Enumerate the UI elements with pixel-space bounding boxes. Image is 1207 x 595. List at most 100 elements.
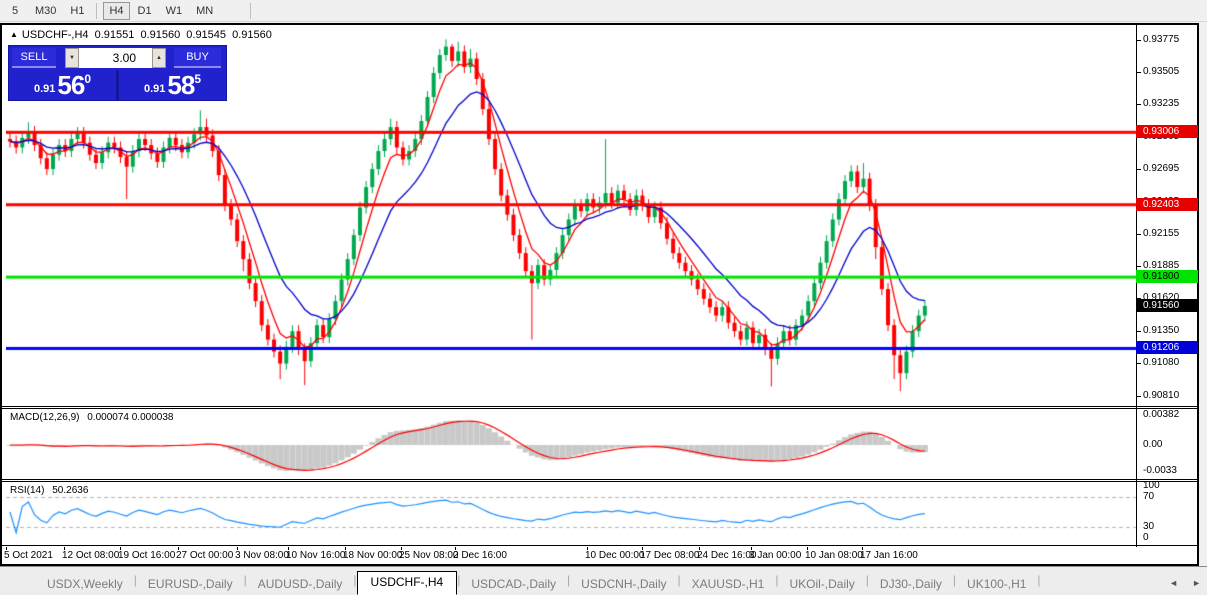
volume-input[interactable]: 3.00: [79, 48, 152, 68]
rsi-indicator-canvas[interactable]: [6, 482, 1136, 545]
chart-tab-usdcnh-daily[interactable]: USDCNH-,Daily: [570, 574, 677, 595]
ohlc-open: 0.91551: [95, 29, 135, 41]
sell-price-pip: 0: [84, 72, 91, 86]
chart-tab-usdx-weekly[interactable]: USDX,Weekly: [36, 574, 134, 595]
macd-label: MACD(12,26,9) 0.000074 0.000038: [10, 412, 173, 423]
price-level-badge: 0.91206: [1136, 341, 1198, 354]
timeframe-button-5[interactable]: 5: [3, 2, 27, 20]
price-tick-label: 0.91350: [1143, 325, 1179, 337]
volume-increase-button[interactable]: ▲: [152, 48, 166, 68]
time-tick-label: 10 Dec 00:00: [585, 550, 645, 561]
collapse-panel-icon[interactable]: ▲: [10, 30, 18, 39]
timeframe-button-h1[interactable]: H1: [64, 2, 90, 20]
price-tick-mark: [1136, 331, 1141, 332]
time-tick-label: 25 Nov 08:00: [399, 550, 459, 561]
pane-divider-macd-rsi[interactable]: [2, 479, 1197, 482]
ohlc-low: 0.91545: [186, 29, 226, 41]
chart-symbol-title: USDCHF-,H4: [22, 29, 89, 41]
ohlc-high: 0.91560: [140, 29, 180, 41]
tab-divider: |: [1037, 573, 1040, 589]
price-tick-label: 0.90810: [1143, 390, 1179, 402]
time-tick-label: 10 Jan 08:00: [805, 550, 863, 561]
chart-tab-dj30-daily[interactable]: DJ30-,Daily: [869, 574, 953, 595]
chart-ohlc-header: ▲ USDCHF-,H4 0.91551 0.91560 0.91545 0.91…: [10, 29, 275, 41]
time-tick-label: 10 Nov 16:00: [286, 550, 346, 561]
price-tick-label: 0.91080: [1143, 357, 1179, 369]
buy-price-prefix: 0.91: [144, 83, 165, 95]
rsi-value: 50.2636: [52, 485, 88, 496]
timeframe-button-h4[interactable]: H4: [103, 2, 129, 20]
chart-tab-ukoil-daily[interactable]: UKOil-,Daily: [778, 574, 865, 595]
price-tick-label: 0.93505: [1143, 66, 1179, 78]
buy-button[interactable]: BUY: [174, 48, 221, 68]
toolbar-separator: [250, 3, 251, 19]
tab-scroll-right-icon[interactable]: ►: [1192, 578, 1201, 588]
chart-tab-xauusd-h1[interactable]: XAUUSD-,H1: [681, 574, 776, 595]
time-tick-label: 18 Nov 00:00: [343, 550, 403, 561]
chart-tab-usdchf-h4[interactable]: USDCHF-,H4: [357, 571, 458, 595]
price-tick-mark: [1136, 363, 1141, 364]
macd-axis-label: 0.00382: [1143, 409, 1179, 421]
price-level-badge: 0.92403: [1136, 198, 1198, 211]
buy-price-pip: 5: [194, 72, 201, 86]
timeframe-button-m30[interactable]: M30: [29, 2, 62, 20]
buy-price-button[interactable]: 0.91585: [119, 70, 226, 100]
chart-tab-eurusd-daily[interactable]: EURUSD-,Daily: [137, 574, 244, 595]
chart-tab-uk100-h1[interactable]: UK100-,H1: [956, 574, 1037, 595]
macd-values: 0.000074 0.000038: [87, 412, 173, 423]
pane-divider-main-macd[interactable]: [2, 406, 1197, 409]
rsi-axis-label: 0: [1143, 532, 1149, 544]
price-tick-label: 0.93235: [1143, 98, 1179, 110]
macd-indicator-canvas[interactable]: [6, 409, 1136, 479]
price-tick-label: 0.93775: [1143, 34, 1179, 46]
ohlc-close: 0.91560: [232, 29, 272, 41]
time-tick-label: 2 Dec 16:00: [453, 550, 507, 561]
time-tick-label: 5 Oct 2021: [4, 550, 53, 561]
rsi-name: RSI(14): [10, 485, 44, 496]
price-tick-mark: [1136, 169, 1141, 170]
time-tick-label: 12 Oct 08:00: [62, 550, 119, 561]
one-click-trading-panel: SELL ▼ 3.00 ▲ BUY 0.91560 0.91585: [8, 45, 227, 101]
time-tick-label: 24 Dec 16:00: [697, 550, 757, 561]
chevron-down-icon: ▼: [69, 55, 75, 61]
price-level-badge: 0.93006: [1136, 125, 1198, 138]
sell-price-prefix: 0.91: [34, 83, 55, 95]
timeframe-button-mn[interactable]: MN: [190, 2, 219, 20]
time-tick-label: 19 Oct 16:00: [118, 550, 175, 561]
price-level-badge: 0.91800: [1136, 270, 1198, 283]
time-tick-label: 3 Nov 08:00: [235, 550, 289, 561]
rsi-label: RSI(14) 50.2636: [10, 485, 88, 496]
macd-axis-label: -0.0033: [1143, 465, 1177, 477]
timeframe-button-w1[interactable]: W1: [160, 2, 189, 20]
price-tick-mark: [1136, 266, 1141, 267]
sell-button[interactable]: SELL: [12, 48, 56, 68]
macd-axis-label: 0.00: [1143, 439, 1162, 451]
time-axis[interactable]: 5 Oct 2021 12 Oct 08:0019 Oct 16:0027 Oct…: [2, 547, 1197, 564]
price-tick-label: 0.92155: [1143, 228, 1179, 240]
time-tick-label: 17 Jan 16:00: [860, 550, 918, 561]
rsi-axis-label: 70: [1143, 491, 1154, 503]
price-tick-mark: [1136, 234, 1141, 235]
timeframe-toolbar: 5M30H1 H4D1W1MN: [0, 0, 1207, 22]
timeframe-button-d1[interactable]: D1: [132, 2, 158, 20]
tab-scroll-left-icon[interactable]: ◄: [1169, 578, 1178, 588]
price-tick-mark: [1136, 40, 1141, 41]
sell-price-button[interactable]: 0.91560: [9, 70, 116, 100]
chevron-up-icon: ▲: [156, 55, 162, 61]
chart-window: ▲USDCHF-,H4 0.91551 0.91560 0.91545 0.91…: [0, 23, 1199, 566]
volume-decrease-button[interactable]: ▼: [65, 48, 79, 68]
chart-tab-usdcad-daily[interactable]: USDCAD-,Daily: [460, 574, 567, 595]
price-tick-mark: [1136, 104, 1141, 105]
sell-price-big: 56: [57, 70, 84, 100]
time-tick-label: 3 Jan 00:00: [749, 550, 801, 561]
time-tick-label: 27 Oct 00:00: [176, 550, 233, 561]
macd-name: MACD(12,26,9): [10, 412, 79, 423]
chart-tab-audusd-daily[interactable]: AUDUSD-,Daily: [247, 574, 354, 595]
price-tick-mark: [1136, 396, 1141, 397]
price-tick-mark: [1136, 72, 1141, 73]
price-level-badge: 0.91560: [1136, 299, 1198, 312]
buy-price-big: 58: [167, 70, 194, 100]
time-tick-label: 17 Dec 08:00: [640, 550, 700, 561]
toolbar-separator: [96, 3, 97, 19]
chart-tab-bar: USDX,Weekly|EURUSD-,Daily|AUDUSD-,Daily|…: [0, 566, 1207, 595]
